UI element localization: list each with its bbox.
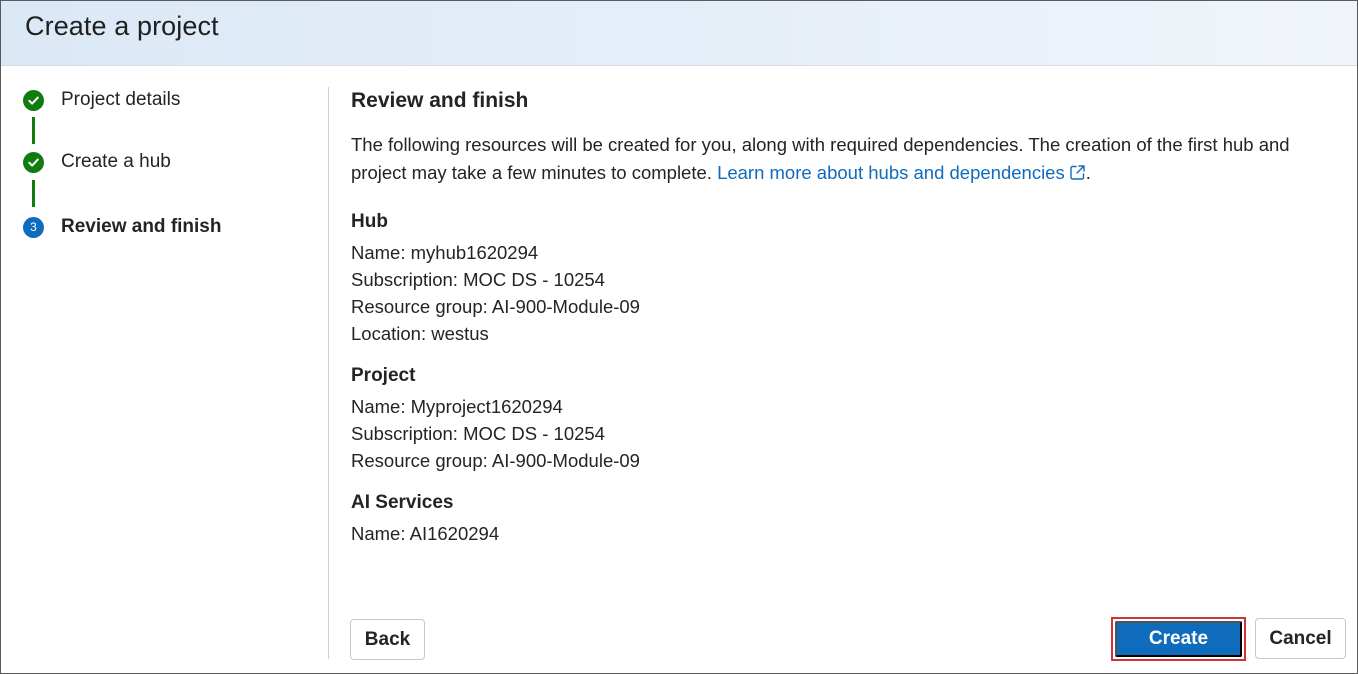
learn-more-link[interactable]: Learn more about hubs and dependencies: [717, 162, 1086, 183]
project-name: Name: Myproject1620294: [351, 396, 563, 417]
ai-services-name: Name: AI1620294: [351, 523, 500, 544]
step-label: Create a hub: [61, 151, 171, 172]
group-title-project: Project: [351, 365, 416, 386]
project-resource-group: Resource group: AI-900-Module-09: [351, 450, 640, 471]
cancel-button[interactable]: Cancel: [1255, 618, 1346, 659]
intro-end: .: [1085, 162, 1091, 183]
wizard-stepper: Project details Create a hub 3 Review an…: [1, 67, 328, 657]
create-button[interactable]: Create: [1115, 621, 1242, 657]
step-label: Review and finish: [61, 216, 222, 237]
intro-text: The following resources will be created …: [351, 131, 1326, 189]
learn-more-link-label: Learn more about hubs and dependencies: [717, 162, 1065, 183]
external-link-icon: [1069, 161, 1086, 189]
section-title: Review and finish: [351, 89, 529, 112]
hub-subscription: Subscription: MOC DS - 10254: [351, 269, 605, 290]
ai-services-summary: AI Services Name: AI1620294: [351, 492, 1331, 547]
step-number-badge: 3: [23, 216, 44, 238]
back-button[interactable]: Back: [350, 619, 425, 660]
checkmark-icon: [23, 89, 44, 111]
step-connector: [32, 117, 35, 144]
hub-name: Name: myhub1620294: [351, 242, 539, 263]
dialog-header: Create a project: [1, 1, 1357, 66]
hub-resource-group: Resource group: AI-900-Module-09: [351, 296, 640, 317]
checkmark-icon: [23, 151, 44, 173]
project-summary: Project Name: Myproject1620294 Subscript…: [351, 365, 1331, 474]
hub-summary: Hub Name: myhub1620294 Subscription: MOC…: [351, 211, 1331, 347]
vertical-divider: [328, 87, 329, 659]
create-project-dialog: Create a project Project details Create …: [0, 0, 1358, 674]
step-create-a-hub[interactable]: Create a hub: [23, 150, 171, 174]
step-project-details[interactable]: Project details: [23, 88, 180, 112]
group-title-ai-services: AI Services: [351, 492, 454, 513]
step-label: Project details: [61, 89, 181, 110]
review-panel: Review and finish The following resource…: [351, 85, 1331, 547]
create-button-highlight: Create: [1111, 617, 1246, 661]
group-title-hub: Hub: [351, 211, 388, 232]
project-subscription: Subscription: MOC DS - 10254: [351, 423, 605, 444]
step-review-and-finish[interactable]: 3 Review and finish: [23, 215, 221, 239]
step-connector: [32, 180, 35, 207]
hub-location: Location: westus: [351, 323, 489, 344]
dialog-title: Create a project: [25, 11, 219, 41]
